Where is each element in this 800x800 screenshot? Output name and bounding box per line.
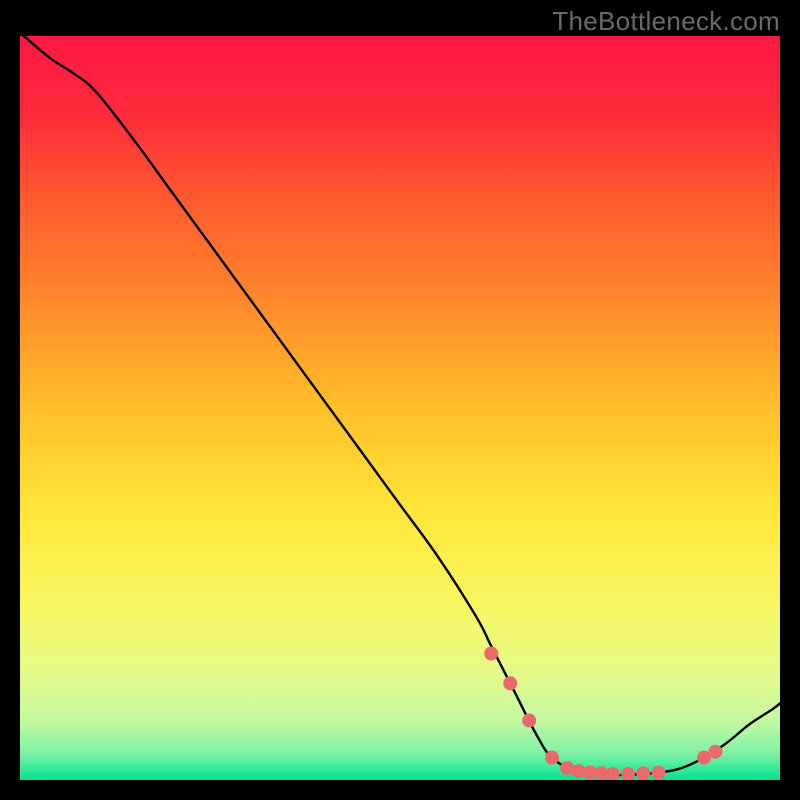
- marker-dot: [651, 766, 665, 780]
- plot-area: [20, 36, 780, 780]
- chart-frame: TheBottleneck.com: [0, 0, 800, 800]
- marker-dot: [484, 647, 498, 661]
- marker-dot: [636, 766, 650, 780]
- marker-dot: [522, 713, 536, 727]
- watermark-text: TheBottleneck.com: [552, 6, 780, 37]
- gradient-background: [20, 36, 780, 780]
- marker-dot: [708, 745, 722, 759]
- marker-dot: [503, 676, 517, 690]
- marker-dot: [545, 751, 559, 765]
- chart-svg: [20, 36, 780, 780]
